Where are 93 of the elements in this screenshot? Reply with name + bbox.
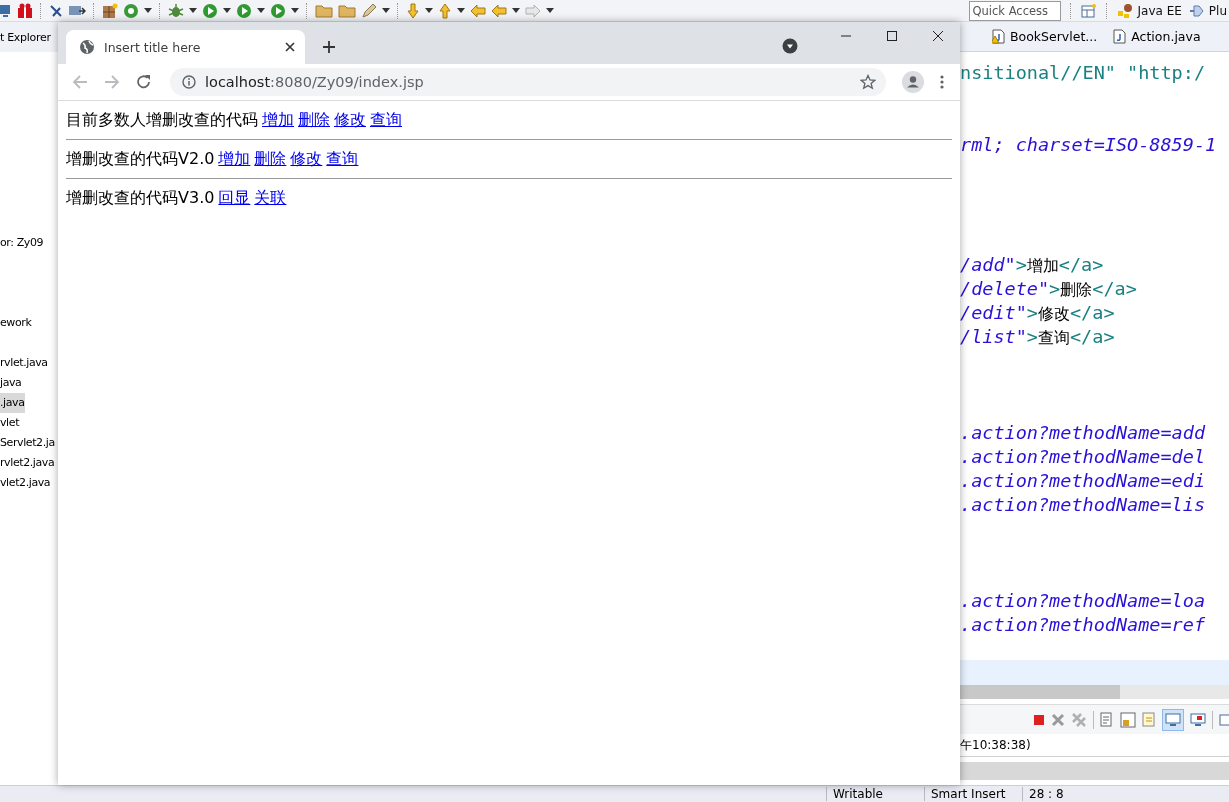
- tree-item[interactable]: .java: [0, 393, 25, 413]
- tree-item[interactable]: vlet2.java: [0, 473, 51, 493]
- console-output: 午10:38:38): [960, 734, 1229, 757]
- scrollbar-track[interactable]: [960, 762, 1229, 780]
- tree-item[interactable]: rvlet2.java: [0, 453, 55, 473]
- bug-icon[interactable]: [168, 2, 184, 19]
- caret-icon[interactable]: [223, 8, 231, 13]
- code-line: /delete">删除</a>: [960, 277, 1137, 301]
- monitor-icon: [1165, 711, 1181, 728]
- caret-icon[interactable]: [144, 8, 152, 13]
- editor-tab[interactable]: BookServlet...: [992, 29, 1098, 44]
- close-tab-icon[interactable]: [285, 42, 295, 52]
- perspective-button[interactable]: Java EE: [1117, 2, 1182, 19]
- page-link[interactable]: 修改: [334, 110, 366, 129]
- page-link[interactable]: 查询: [370, 110, 402, 129]
- tree-item[interactable]: or: Zy09: [0, 233, 58, 253]
- folder-icon[interactable]: [315, 3, 333, 18]
- globe-icon: [79, 39, 95, 55]
- page-link[interactable]: 关联: [254, 188, 287, 207]
- java-ee-icon: [1117, 2, 1134, 19]
- code-line: nsitional//EN" "http:/: [960, 61, 1206, 85]
- caret-icon[interactable]: [291, 8, 299, 13]
- code-line: .action?methodName=loa: [960, 589, 1206, 613]
- caret-icon[interactable]: [512, 8, 520, 13]
- folder-icon[interactable]: [338, 3, 356, 18]
- code-line: .action?methodName=ref: [960, 613, 1206, 637]
- new-tab-icon[interactable]: [322, 40, 336, 54]
- run-icon[interactable]: [270, 2, 286, 19]
- run-icon[interactable]: [236, 2, 252, 19]
- page-text: 目前多数人增删改查的代码: [66, 110, 258, 129]
- code-line: .action?methodName=del: [960, 445, 1206, 469]
- caret-icon[interactable]: [457, 8, 465, 13]
- horizontal-scrollbar[interactable]: [960, 685, 1229, 699]
- browser-tab[interactable]: Insert title here: [66, 30, 305, 64]
- caret-icon[interactable]: [382, 8, 390, 13]
- code-line: .action?methodName=edi: [960, 469, 1206, 493]
- caret-icon[interactable]: [546, 8, 554, 13]
- address-bar[interactable]: localhost:8080/Zy09/index.jsp: [170, 68, 886, 96]
- open-perspective-icon[interactable]: [1081, 2, 1098, 19]
- caret-icon[interactable]: [257, 8, 265, 13]
- code-line: /list">查询</a>: [960, 325, 1115, 349]
- perspective-button[interactable]: Plu: [1188, 3, 1227, 18]
- profile-avatar-icon[interactable]: [902, 71, 924, 93]
- folder-arrow-icon[interactable]: [68, 3, 86, 18]
- maximize-icon[interactable]: [886, 30, 898, 42]
- pin-console-button[interactable]: [1162, 708, 1184, 731]
- code-line: .action?methodName=add: [960, 421, 1206, 445]
- tab-title: Insert title here: [104, 39, 202, 55]
- status-text: Smart Insert: [924, 787, 1022, 801]
- code-line: .action?methodName=lis: [960, 493, 1206, 517]
- code-line: /edit">修改</a>: [960, 301, 1115, 325]
- back-arrow-icon[interactable]: [470, 3, 486, 18]
- tab-search-icon[interactable]: [782, 38, 798, 54]
- page-link[interactable]: 增加: [218, 149, 251, 168]
- tree-item[interactable]: ework: [0, 313, 58, 333]
- close-icon[interactable]: [932, 30, 944, 42]
- tree-item[interactable]: rvlet.java: [0, 353, 48, 373]
- page-text: 增删改查的代码V2.0: [66, 149, 215, 168]
- tree-item[interactable]: java: [0, 373, 22, 393]
- remove-icon[interactable]: [1051, 712, 1065, 727]
- caret-icon[interactable]: [189, 8, 197, 13]
- url-text: localhost:8080/Zy09/index.jsp: [205, 74, 424, 90]
- page-text: 增删改查的代码V3.0: [66, 188, 215, 207]
- tree-item[interactable]: vlet: [0, 413, 20, 433]
- page-link[interactable]: 回显: [218, 188, 251, 207]
- code-line: rml; charset=ISO-8859-1: [960, 133, 1217, 157]
- monitor-icon[interactable]: [1190, 711, 1206, 728]
- page-link[interactable]: 增加: [262, 110, 294, 129]
- plug-icon: [1188, 3, 1205, 18]
- run-icon[interactable]: [202, 2, 218, 19]
- monitor-icon[interactable]: [0, 2, 12, 19]
- page-link[interactable]: 删除: [254, 149, 287, 168]
- code-line: /add">增加</a>: [960, 253, 1104, 277]
- down-arrow-icon[interactable]: [406, 2, 420, 19]
- page-link[interactable]: 修改: [290, 149, 323, 168]
- tree-item[interactable]: Servlet2.ja: [0, 433, 55, 453]
- page-link[interactable]: 查询: [326, 149, 359, 168]
- quick-access-field[interactable]: Quick Access: [969, 0, 1062, 21]
- package-icon[interactable]: [102, 2, 118, 19]
- stop-icon[interactable]: [1033, 713, 1045, 726]
- up-arrow-icon[interactable]: [438, 2, 452, 19]
- back-arrow-icon[interactable]: [491, 3, 507, 18]
- pen-icon[interactable]: [361, 2, 377, 19]
- caret-icon[interactable]: [425, 8, 433, 13]
- info-icon: [182, 75, 196, 89]
- star-icon[interactable]: [860, 74, 876, 90]
- reload-icon[interactable]: [136, 74, 152, 90]
- page-link[interactable]: 删除: [298, 110, 330, 129]
- editor-tab[interactable]: Action.java: [1113, 29, 1201, 44]
- status-text: 28 : 8: [1022, 787, 1120, 801]
- status-text: Writable: [826, 787, 924, 801]
- menu-icon[interactable]: [940, 74, 944, 90]
- gift-icon[interactable]: [17, 2, 33, 19]
